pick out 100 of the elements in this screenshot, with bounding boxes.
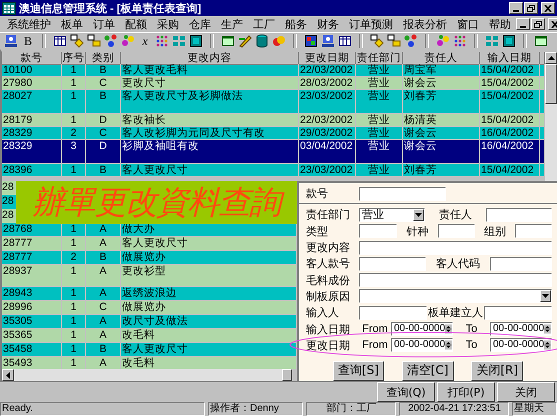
molecule-icon[interactable] — [104, 34, 118, 48]
spin-arrows-icon[interactable] — [544, 323, 551, 336]
input-field[interactable] — [438, 224, 474, 238]
input-field[interactable] — [484, 306, 552, 320]
date-spinner[interactable]: 00-00-0000 — [391, 338, 453, 352]
person-icon[interactable] — [4, 34, 18, 48]
scroll-up-button[interactable] — [545, 52, 557, 64]
table-row[interactable]: 28777 2 B 做展览办 — [2, 251, 297, 265]
menu-item[interactable]: 帮助 — [484, 16, 516, 32]
menu-item[interactable]: 订单 — [88, 16, 120, 32]
date-spinner[interactable]: 00-00-0000 — [490, 322, 552, 336]
table-row[interactable]: 28996 1 C 做展览办 — [2, 301, 297, 315]
form-button[interactable]: 查询[S] — [332, 360, 384, 381]
scroll-left-button[interactable] — [2, 369, 14, 381]
menu-item[interactable]: 窗口 — [452, 16, 484, 32]
table-icon[interactable] — [338, 34, 352, 48]
table-row[interactable]: 28329 2 C 客人改衫脚为元同及尺寸有改 29/03/2002 营业 谢会云 16/04/2002 — [2, 127, 545, 140]
shapes-icon[interactable] — [370, 34, 384, 48]
close-button[interactable] — [541, 2, 555, 14]
dots-icon[interactable] — [155, 34, 169, 48]
pencil-icon[interactable] — [238, 34, 252, 48]
shapes-icon[interactable] — [387, 34, 401, 48]
date-spinner[interactable]: 00-00-0000 — [391, 322, 453, 336]
table-row[interactable]: 27980 1 C 更改尺寸 28/03/2002 营业 谢会云 15/04/2002 — [2, 77, 545, 90]
person-icon[interactable] — [321, 34, 335, 48]
table-row[interactable]: 35305 1 A 改尺寸及做法 — [2, 315, 297, 329]
input-field[interactable] — [359, 224, 397, 238]
molecule-icon[interactable] — [436, 34, 450, 48]
table-cell: 1 — [70, 64, 76, 76]
cylinder-icon[interactable] — [255, 34, 269, 48]
minimize-button[interactable] — [516, 18, 530, 30]
table-row[interactable]: 28777 1 A 客人更改尺寸 — [2, 237, 297, 251]
action-button[interactable]: 打印(P) — [437, 382, 495, 402]
dropdown-field[interactable] — [359, 289, 552, 304]
dots-icon[interactable] — [453, 34, 467, 48]
form-button[interactable]: 清空[C] — [402, 360, 454, 381]
ball-icon[interactable] — [272, 34, 286, 48]
input-field[interactable] — [359, 186, 446, 201]
action-button[interactable]: 查询(Q) — [377, 382, 435, 402]
menu-item[interactable]: 财务 — [312, 16, 344, 32]
menu-item[interactable]: 报表分析 — [398, 16, 452, 32]
menu-item[interactable]: 系统维护 — [2, 16, 56, 32]
input-field[interactable] — [359, 256, 426, 271]
panel-icon[interactable] — [189, 34, 203, 48]
table-row[interactable]: 28943 1 A 返绣波浪边 — [2, 287, 297, 301]
menu-item[interactable]: 工厂 — [248, 16, 280, 32]
minimize-button[interactable] — [509, 2, 523, 14]
dropdown-field[interactable]: 营业 — [359, 208, 425, 222]
table-cell: 27980 — [3, 77, 32, 89]
field-label: 板单建立人 — [427, 306, 484, 320]
table-cell: 营业 — [368, 114, 390, 126]
date-spinner[interactable]: 00-00-0000 — [490, 338, 552, 352]
table-row[interactable]: 28179 1 D 客改袖长 22/03/2002 营业 杨清英 15/04/2002 — [2, 114, 545, 127]
table-cell: 改毛料 — [122, 357, 155, 369]
molecule-icon[interactable] — [121, 34, 135, 48]
table-row[interactable]: 35365 1 A 改毛料 — [2, 329, 297, 343]
table-row[interactable]: 35493 1 A 改毛料 — [2, 357, 297, 369]
menu-item[interactable]: 船务 — [280, 16, 312, 32]
shapes-icon[interactable] — [87, 34, 101, 48]
table-row[interactable]: 10100 1 B 客人更改毛料 22/03/2002 营业 周宝军 15/04/2002 — [2, 64, 545, 77]
input-field[interactable] — [490, 256, 552, 271]
table-row[interactable]: 28027 1 B 客人更改尺寸及衫脚做法 23/03/2002 营业 刘春芳 15/04/2002 — [2, 90, 545, 114]
spin-arrows-icon[interactable] — [445, 339, 452, 352]
table-cell: A — [99, 357, 106, 369]
restore-button[interactable] — [524, 2, 538, 14]
menu-item[interactable]: 配额 — [120, 16, 152, 32]
form-button[interactable]: 关闭[R] — [471, 360, 524, 381]
restore-button[interactable] — [531, 18, 545, 30]
input-field[interactable] — [359, 306, 427, 320]
window-icon[interactable] — [221, 34, 235, 48]
action-button[interactable]: 关闭 — [497, 382, 555, 402]
table-cell: 1 — [70, 301, 76, 313]
scroll-thumb[interactable] — [282, 369, 292, 381]
table-icon[interactable] — [53, 34, 67, 48]
table-row[interactable]: 28396 1 B 客人更改尺寸 23/03/2002 营业 刘春芳 15/04/2002 — [2, 164, 545, 177]
toolbar-button[interactable]: B — [21, 34, 35, 48]
toolbar-button[interactable]: x — [138, 34, 152, 48]
window-title: 澳迪信息管理系统 - [板单责任表查询] — [19, 2, 202, 16]
palette-icon[interactable] — [304, 34, 318, 48]
input-field[interactable] — [486, 208, 552, 222]
window-icon[interactable] — [534, 34, 548, 48]
menu-item[interactable]: 采购 — [152, 16, 184, 32]
menu-item[interactable]: 板单 — [56, 16, 88, 32]
molecule-icon[interactable] — [404, 34, 418, 48]
input-field[interactable] — [515, 224, 552, 238]
scroll-thumb[interactable] — [545, 64, 557, 104]
table-cell: A — [99, 265, 106, 277]
spin-arrows-icon[interactable] — [544, 339, 551, 352]
table-row[interactable]: 35458 1 B 客人更改尺寸 — [2, 343, 297, 357]
table-row[interactable]: 28329 3 D 衫脚及袖咀有改 03/04/2002 营业 谢会云 16/04/2002 — [2, 140, 545, 164]
input-field[interactable] — [359, 240, 552, 255]
menu-item[interactable]: 生产 — [216, 16, 248, 32]
menu-item[interactable]: 订单预测 — [344, 16, 398, 32]
table-row[interactable]: 28768 1 A 做大办 — [2, 223, 297, 237]
table-row[interactable]: 28937 1 A 更改衫型 — [2, 265, 297, 287]
menu-item[interactable]: 仓库 — [184, 16, 216, 32]
input-field[interactable] — [359, 273, 552, 288]
table-cell: 1 — [70, 315, 76, 327]
shapes-icon[interactable] — [70, 34, 84, 48]
panel-icon[interactable] — [502, 34, 516, 48]
